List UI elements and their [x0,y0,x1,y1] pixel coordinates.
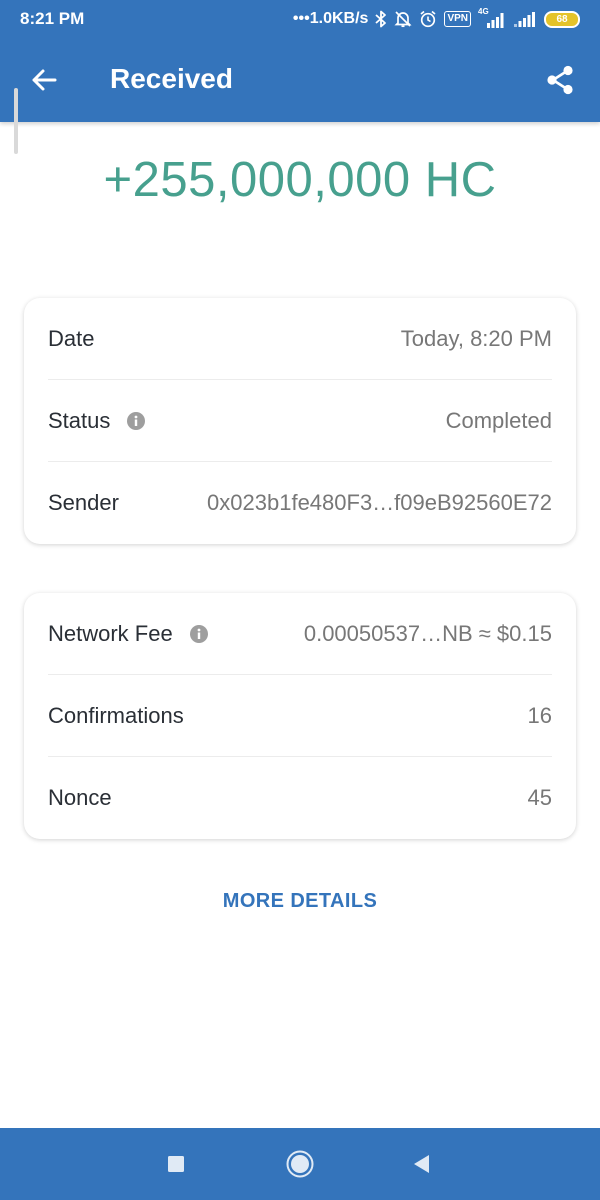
share-icon [547,65,573,95]
nav-back-button[interactable] [402,1144,442,1184]
confirmations-label: Confirmations [48,702,184,728]
detail-label: Date [48,326,94,352]
bluetooth-icon [375,10,387,28]
info-icon[interactable] [189,624,209,644]
signal-strength-icon [487,13,504,28]
detail-row-confirmations: Confirmations 16 [48,675,552,757]
info-icon[interactable] [126,411,146,431]
page-title: Received [110,63,233,94]
transaction-details-card: Date Today, 8:20 PM Status Completed Sen… [24,298,576,544]
alarm-icon [420,10,436,28]
nav-recents-button[interactable] [156,1144,196,1184]
network-speed: •••1.0KB/s [292,10,369,27]
top-bar: 8:21 PM •••1.0KB/s VPN 4G 68 Received [0,0,600,122]
scroll-indicator[interactable] [14,88,18,154]
status-label: Status [48,407,111,433]
date-label: Date [48,325,95,351]
detail-row-date: Date Today, 8:20 PM [48,298,552,380]
sender-label: Sender [48,490,119,515]
status-bar: 8:21 PM •••1.0KB/s VPN 4G 68 [0,0,600,38]
detail-label: Sender [48,490,119,516]
notifications-off-icon [394,11,412,28]
circle-icon [286,1150,314,1178]
arrow-left-icon [32,69,57,91]
detail-row-status: Status Completed [48,380,552,462]
detail-row-nonce: Nonce 45 [48,757,552,839]
sender-address[interactable]: 0x023b1fe480F3…f09eB92560E72 [207,490,552,516]
square-icon [168,1156,184,1172]
detail-label: Nonce [48,785,112,811]
date-value: Today, 8:20 PM [400,325,552,351]
detail-label: Network Fee [48,621,209,647]
network-fee-value: 0.00050537…NB ≈ $0.15 [303,620,552,646]
signal-strength-secondary-icon [514,12,535,27]
detail-label: Status [48,408,146,434]
network-speed-value: 1.0KB/s [309,10,369,27]
transaction-amount: +255,000,000 HC [103,153,497,207]
vpn-badge: VPN [444,11,471,27]
triangle-left-icon [414,1155,429,1173]
network-details-card: Network Fee 0.00050537…NB ≈ $0.15 Confir… [24,593,576,839]
transaction-detail-screen: 8:21 PM •••1.0KB/s VPN 4G 68 Received +2… [0,0,600,1200]
share-button[interactable] [540,60,580,100]
signal-4g: 4G [478,7,506,29]
more-details-button[interactable]: MORE DETAILS [0,890,600,913]
status-indicators: •••1.0KB/s VPN 4G 68 [293,6,580,32]
detail-label: Confirmations [48,703,184,729]
nonce-label: Nonce [48,785,112,810]
detail-row-network-fee: Network Fee 0.00050537…NB ≈ $0.15 [48,593,552,675]
app-bar: Received [0,38,600,122]
battery-level: 68 [556,13,568,25]
status-time: 8:21 PM [20,9,85,28]
back-button[interactable] [24,60,64,100]
confirmations-value: 16 [527,702,552,728]
status-value: Completed [445,407,552,433]
battery-icon: 68 [544,10,580,28]
nav-home-button[interactable] [280,1144,320,1184]
nonce-value: 45 [527,785,552,810]
detail-row-sender: Sender 0x023b1fe480F3…f09eB92560E72 [48,462,552,544]
system-navigation-bar [0,1128,600,1200]
network-fee-label: Network Fee [48,620,173,646]
